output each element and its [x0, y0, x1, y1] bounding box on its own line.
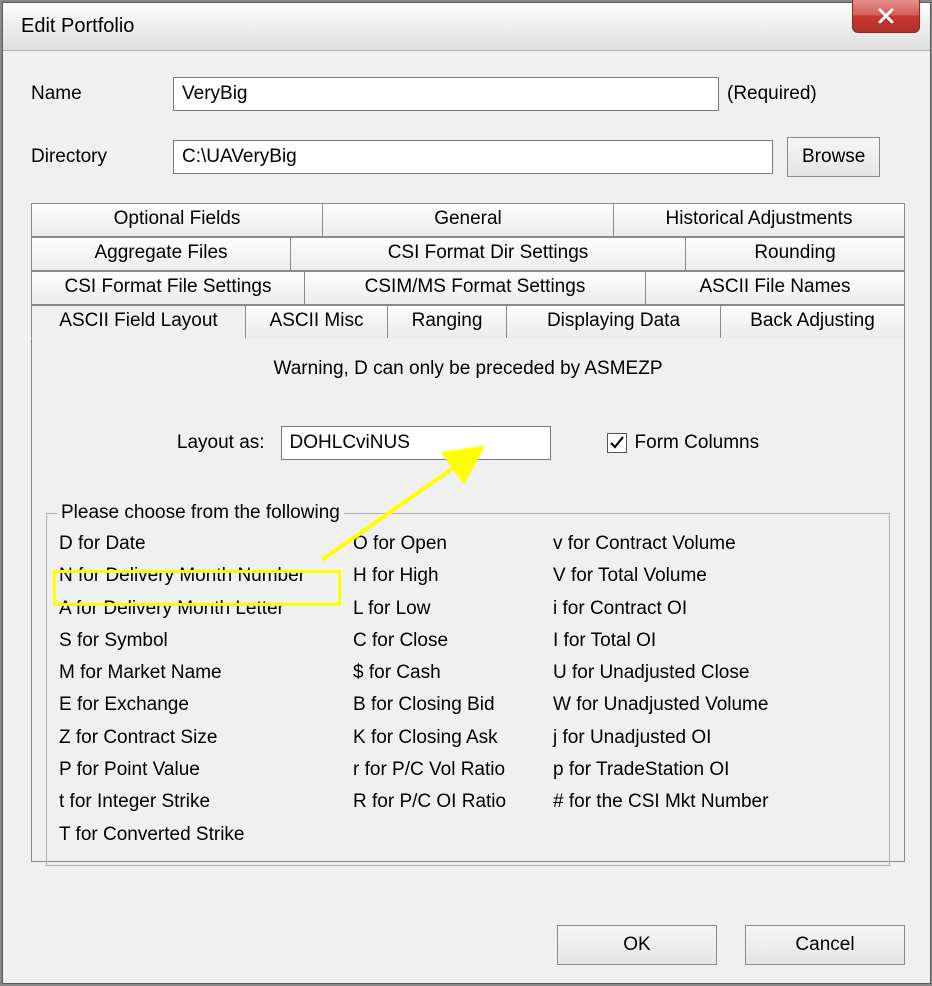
choices-legend: Please choose from the following	[57, 502, 344, 524]
tab-csi-format-dir-settings[interactable]: CSI Format Dir Settings	[290, 237, 686, 271]
tab-ascii-misc[interactable]: ASCII Misc	[245, 305, 388, 339]
choice-item: p for TradeStation OI	[553, 754, 879, 786]
choice-item: T for Converted Strike	[59, 819, 353, 851]
tab-ascii-file-names[interactable]: ASCII File Names	[645, 271, 905, 305]
choices-col-1: D for Date N for Delivery Month Number A…	[57, 528, 353, 851]
dialog-window: Edit Portfolio Name (Required) Directory…	[2, 2, 931, 984]
choice-item: V for Total Volume	[553, 560, 879, 592]
tab-ascii-field-layout[interactable]: ASCII Field Layout	[31, 305, 246, 339]
tab-rounding[interactable]: Rounding	[685, 237, 905, 271]
window-title: Edit Portfolio	[21, 15, 134, 38]
tab-historical-adjustments[interactable]: Historical Adjustments	[613, 203, 905, 237]
choice-item: W for Unadjusted Volume	[553, 689, 879, 721]
tab-displaying-data[interactable]: Displaying Data	[506, 305, 721, 339]
choice-item: N for Delivery Month Number	[59, 560, 353, 592]
client-area: Name (Required) Directory Browse Optiona…	[3, 51, 930, 983]
choices-col-2: O for Open H for High L for Low C for Cl…	[353, 528, 553, 851]
ok-button[interactable]: OK	[557, 925, 717, 965]
directory-label: Directory	[31, 146, 173, 168]
choice-item: S for Symbol	[59, 625, 353, 657]
choice-item: C for Close	[353, 625, 553, 657]
choice-item: $ for Cash	[353, 657, 553, 689]
choice-item: A for Delivery Month Letter	[59, 593, 353, 625]
row-name: Name (Required)	[31, 77, 905, 111]
choice-item: B for Closing Bid	[353, 689, 553, 721]
choice-item: L for Low	[353, 593, 553, 625]
directory-input[interactable]	[173, 140, 773, 174]
choice-item: E for Exchange	[59, 689, 353, 721]
choice-item: R for P/C OI Ratio	[353, 786, 553, 818]
choice-item: r for P/C Vol Ratio	[353, 754, 553, 786]
tabstrip: Optional Fields General Historical Adjus…	[31, 203, 905, 862]
tab-optional-fields[interactable]: Optional Fields	[31, 203, 323, 237]
tab-general[interactable]: General	[322, 203, 614, 237]
choice-item: t for Integer Strike	[59, 786, 353, 818]
checkbox-icon	[607, 433, 627, 453]
layout-label: Layout as:	[177, 432, 265, 454]
warning-text: Warning, D can only be preceded by ASMEZ…	[46, 358, 890, 380]
close-button[interactable]	[852, 0, 920, 33]
tab-csim-ms-format-settings[interactable]: CSIM/MS Format Settings	[304, 271, 646, 305]
required-label: (Required)	[727, 83, 817, 105]
choice-item: # for the CSI Mkt Number	[553, 786, 879, 818]
tab-page: Warning, D can only be preceded by ASMEZ…	[31, 338, 905, 862]
dialog-buttons: OK Cancel	[557, 925, 905, 965]
name-label: Name	[31, 83, 173, 105]
titlebar: Edit Portfolio	[3, 3, 930, 51]
choices-col-3: v for Contract Volume V for Total Volume…	[553, 528, 879, 851]
tab-csi-format-file-settings[interactable]: CSI Format File Settings	[31, 271, 305, 305]
choice-item: H for High	[353, 560, 553, 592]
browse-button[interactable]: Browse	[787, 137, 880, 177]
choice-item: D for Date	[59, 528, 353, 560]
form-columns-checkbox[interactable]: Form Columns	[607, 432, 760, 454]
cancel-button[interactable]: Cancel	[745, 925, 905, 965]
choice-item: M for Market Name	[59, 657, 353, 689]
layout-row: Layout as: Form Columns	[46, 426, 890, 460]
row-directory: Directory Browse	[31, 137, 905, 177]
tab-ranging[interactable]: Ranging	[387, 305, 507, 339]
choice-item: U for Unadjusted Close	[553, 657, 879, 689]
choice-item: Z for Contract Size	[59, 722, 353, 754]
choice-item: O for Open	[353, 528, 553, 560]
close-icon	[877, 7, 895, 25]
layout-input[interactable]	[281, 426, 551, 460]
form-columns-label: Form Columns	[635, 432, 760, 454]
tab-aggregate-files[interactable]: Aggregate Files	[31, 237, 291, 271]
name-input[interactable]	[173, 77, 719, 111]
choices-fieldset: Please choose from the following D for D…	[46, 502, 890, 866]
choice-item: j for Unadjusted OI	[553, 722, 879, 754]
choice-item: v for Contract Volume	[553, 528, 879, 560]
tab-back-adjusting[interactable]: Back Adjusting	[720, 305, 905, 339]
choice-item: i for Contract OI	[553, 593, 879, 625]
choice-item: I for Total OI	[553, 625, 879, 657]
choice-item: P for Point Value	[59, 754, 353, 786]
choice-item: K for Closing Ask	[353, 722, 553, 754]
